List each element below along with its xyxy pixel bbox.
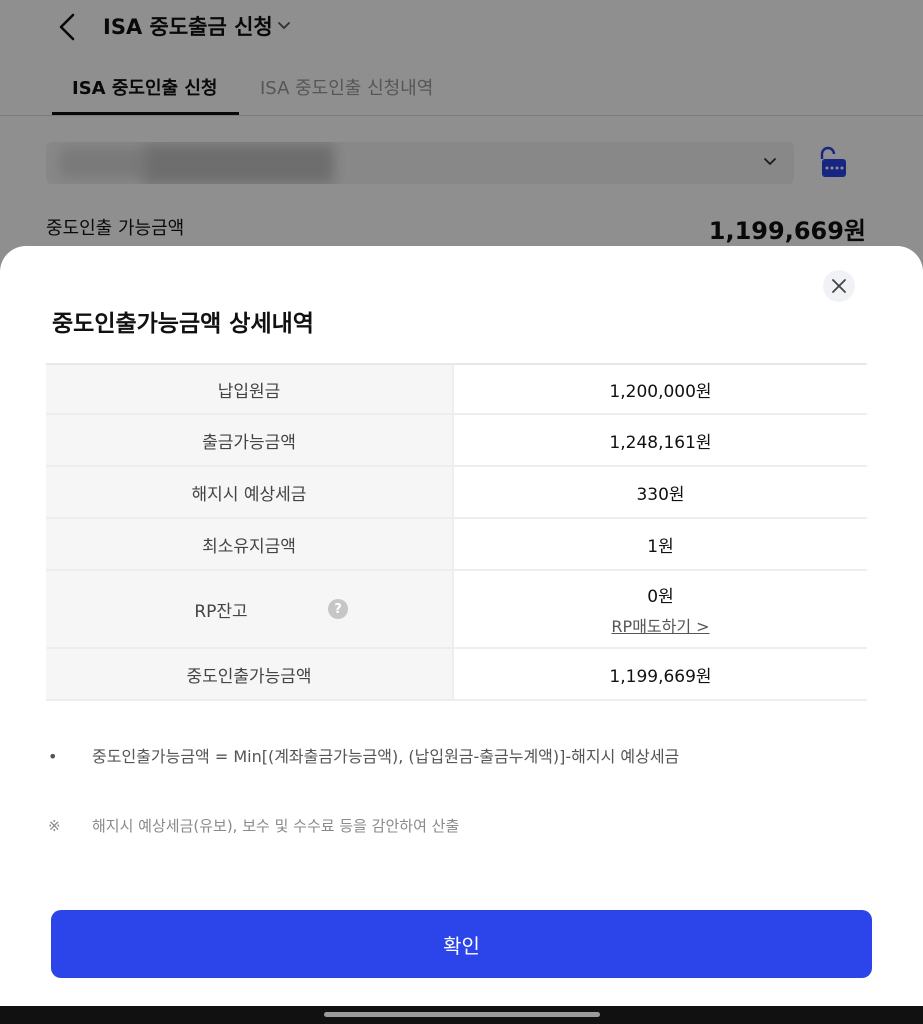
row-value: 0원 RP매도하기 > xyxy=(452,571,867,647)
reference-mark: ※ xyxy=(48,817,61,835)
table-row: 최소유지금액 1원 xyxy=(46,519,867,571)
row-label: RP잔고 xyxy=(194,601,248,622)
row-value: 1,248,161원 xyxy=(452,415,867,465)
row-value-text: 1원 xyxy=(647,536,674,557)
row-label: 출금가능금액 xyxy=(46,415,452,465)
row-label: 납입원금 xyxy=(46,365,452,413)
row-value-text: 1,199,669원 xyxy=(609,666,712,687)
row-label: 중도인출가능금액 xyxy=(46,649,452,699)
detail-table: 납입원금 1,200,000원 출금가능금액 1,248,161원 해지시 예상… xyxy=(46,363,867,701)
row-label: 최소유지금액 xyxy=(46,519,452,569)
bullet: • xyxy=(48,747,58,766)
formula-note-text: 중도인출가능금액 = Min[(계좌출금가능금액), (납입원금-출금누계액)]… xyxy=(92,747,680,766)
confirm-button[interactable]: 확인 xyxy=(51,910,872,978)
row-value-text: 1,248,161원 xyxy=(609,432,712,453)
sheet-title: 중도인출가능금액 상세내역 xyxy=(52,311,314,337)
system-navigation-bar xyxy=(0,1006,923,1024)
table-row: 해지시 예상세금 330원 xyxy=(46,467,867,519)
row-value: 330원 xyxy=(452,467,867,517)
detail-bottom-sheet: 중도인출가능금액 상세내역 납입원금 1,200,000원 출금가능금액 1,2… xyxy=(0,246,923,1006)
row-value-text: 0원 xyxy=(647,586,674,607)
row-value: 1원 xyxy=(452,519,867,569)
table-row: 납입원금 1,200,000원 xyxy=(46,365,867,415)
row-label: 해지시 예상세금 xyxy=(46,467,452,517)
table-row: 출금가능금액 1,248,161원 xyxy=(46,415,867,467)
home-indicator[interactable] xyxy=(324,1012,600,1017)
close-button[interactable] xyxy=(823,270,855,302)
row-value-text: 330원 xyxy=(636,484,685,505)
row-value: 1,200,000원 xyxy=(452,365,867,413)
tax-note-text: 해지시 예상세금(유보), 보수 및 수수료 등을 감안하여 산출 xyxy=(92,817,460,835)
row-value: 1,199,669원 xyxy=(452,649,867,699)
tax-note: ※ 해지시 예상세금(유보), 보수 및 수수료 등을 감안하여 산출 xyxy=(48,815,459,836)
help-icon[interactable]: ? xyxy=(328,599,348,619)
table-row-rp-balance: RP잔고 ? 0원 RP매도하기 > xyxy=(46,571,867,649)
formula-note: • 중도인출가능금액 = Min[(계좌출금가능금액), (납입원금-출금누계액)… xyxy=(48,743,679,767)
row-value-text: 1,200,000원 xyxy=(609,381,712,402)
rp-sell-link[interactable]: RP매도하기 > xyxy=(611,613,709,637)
table-row: 중도인출가능금액 1,199,669원 xyxy=(46,649,867,701)
close-icon xyxy=(832,279,846,293)
row-label-container: RP잔고 ? xyxy=(46,571,452,647)
